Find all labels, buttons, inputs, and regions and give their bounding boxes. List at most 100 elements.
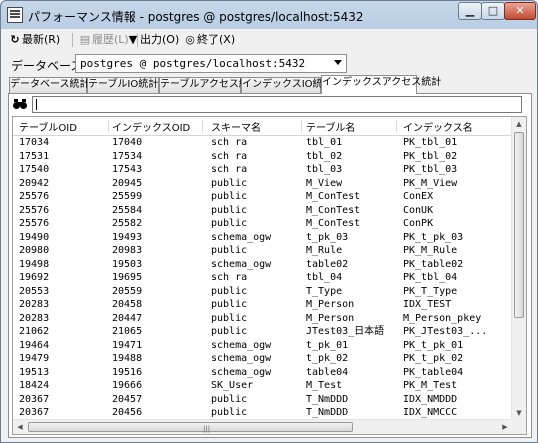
refresh-button[interactable]: ↻ 最新(R): [8, 32, 60, 48]
scroll-left-icon[interactable]: ◀: [13, 420, 27, 434]
table-row[interactable]: 25576 25584 public M_ConTest ConUK: [13, 204, 514, 218]
binoculars-icon: [13, 99, 27, 109]
cell-index-oid: 20983: [112, 245, 143, 256]
table-row[interactable]: 19464 19471 schema_ogw t_pk_01 PK_t_pk_01: [13, 339, 514, 353]
cell-table-name: T_Type: [306, 285, 343, 297]
column-header-table-oid[interactable]: テーブルOID: [19, 119, 77, 134]
table-row[interactable]: 18424 19666 SK_User M_Test PK_M_Test: [13, 379, 514, 393]
search-input[interactable]: [32, 96, 522, 113]
cell-index-name: PK_table02: [403, 258, 464, 270]
database-select-value: postgres @ postgres/localhost:5432: [80, 57, 306, 70]
cell-index-name: PK_table04: [403, 366, 464, 378]
cell-table-oid: 19498: [19, 258, 50, 270]
tab-database-stats[interactable]: データベース統計: [9, 77, 90, 93]
output-button[interactable]: ▼ 出力(O): [126, 32, 179, 48]
cell-table-name: M_Rule: [306, 245, 343, 256]
cell-index-oid: 19666: [112, 380, 143, 391]
table-row[interactable]: 17034 17040 sch ra tbl_01 PK_tbl_01: [13, 136, 514, 150]
tab-index-access-stats[interactable]: インデックスアクセス統計: [321, 75, 441, 94]
cell-index-name: PK_tbl_03: [403, 164, 458, 175]
maximize-button[interactable]: □: [481, 2, 505, 20]
cell-schema-name: public: [211, 312, 248, 324]
table-row[interactable]: 20553 20559 public T_Type PK_T_Type: [13, 285, 514, 299]
vertical-scroll-thumb[interactable]: [514, 132, 524, 318]
table-row[interactable]: 20283 20458 public M_Person IDX_TEST: [13, 298, 514, 312]
table-row[interactable]: 17540 17543 sch ra tbl_03 PK_tbl_03: [13, 163, 514, 177]
tab-index-io-stats[interactable]: インデックスIO統計: [241, 77, 333, 93]
scroll-right-icon[interactable]: ▶: [498, 420, 512, 434]
table-row[interactable]: 19479 19488 schema_ogw t_pk_02 PK_t_pk_02: [13, 352, 514, 366]
cell-index-name: PK_tbl_02: [403, 150, 458, 162]
table-row[interactable]: 19513 19516 schema_ogw table04 PK_table04: [13, 366, 514, 380]
table-row[interactable]: 20367 20456 public T_NmDDD IDX_NMCCC: [13, 406, 514, 420]
cell-index-name: IDX_NMDDD: [403, 393, 458, 405]
cell-index-oid: 17534: [112, 150, 143, 162]
table-row[interactable]: 25576 25599 public M_ConTest ConEX: [13, 190, 514, 204]
index-access-stats-table[interactable]: テーブルOID インデックスOID スキーマ名 テーブル名 インデックス名 17…: [12, 116, 527, 435]
history-label: 履歴(L): [92, 33, 129, 46]
cell-table-name: tbl_03: [306, 164, 343, 175]
scroll-down-icon[interactable]: ▼: [512, 406, 526, 420]
cell-index-oid: 21065: [112, 326, 143, 337]
cell-table-oid: 25576: [19, 218, 50, 229]
column-divider[interactable]: [301, 120, 302, 132]
column-divider[interactable]: [396, 120, 397, 132]
column-header-index-name[interactable]: インデックス名: [403, 119, 473, 134]
close-button[interactable]: ✕: [504, 2, 536, 20]
exit-label: 終了(X): [197, 33, 236, 46]
window-title: パフォーマンス情報 - postgres @ postgres/localhos…: [28, 10, 364, 24]
cell-index-oid: 19516: [112, 366, 143, 378]
table-row[interactable]: 19490 19493 schema_ogw t_pk_03 PK_t_pk_03: [13, 231, 514, 245]
cell-table-name: tbl_02: [306, 150, 343, 162]
tab-table-access-stats[interactable]: テーブルアクセス統計: [159, 77, 259, 93]
cell-index-oid: 17543: [112, 164, 143, 175]
cell-index-oid: 19493: [112, 231, 143, 243]
table-row[interactable]: 21062 21065 public JTest03_日本語 PK_JTest03_..…: [13, 325, 514, 339]
column-divider[interactable]: [108, 120, 109, 132]
cell-index-oid: 19488: [112, 353, 143, 364]
column-header-table-name[interactable]: テーブル名: [306, 119, 355, 134]
cell-schema-name: sch ra: [211, 150, 248, 162]
cell-table-oid: 20283: [19, 312, 50, 324]
cell-table-oid: 18424: [19, 380, 50, 391]
dropdown-arrow-icon: ▼: [128, 33, 138, 46]
column-header-schema-name[interactable]: スキーマ名: [211, 119, 261, 134]
horizontal-scrollbar[interactable]: ◀ ||| ▶: [13, 419, 512, 434]
cell-index-oid: 25584: [112, 204, 143, 216]
database-select[interactable]: postgres @ postgres/localhost:5432: [75, 54, 347, 73]
minimize-button[interactable]: ▁: [458, 2, 482, 20]
horizontal-scroll-thumb[interactable]: |||: [28, 422, 353, 433]
cell-schema-name: sch ra: [211, 164, 248, 175]
cell-table-name: M_ConTest: [306, 191, 361, 202]
tab-table-io-stats[interactable]: テーブルIO統計: [87, 77, 159, 93]
cell-table-name: T_NmDDD: [306, 393, 349, 405]
table-row[interactable]: 25576 25582 public M_ConTest ConPK: [13, 217, 514, 231]
table-row[interactable]: 19498 19503 schema_ogw table02 PK_table02: [13, 258, 514, 272]
cell-table-name: M_ConTest: [306, 204, 361, 216]
exit-icon: ◎: [185, 33, 195, 46]
scroll-up-icon[interactable]: ▲: [512, 117, 526, 131]
vertical-scrollbar[interactable]: ▲ ▼: [511, 117, 526, 420]
title-bar[interactable]: パフォーマンス情報 - postgres @ postgres/localhos…: [1, 1, 537, 29]
column-header-index-oid[interactable]: インデックスOID: [112, 119, 190, 134]
cell-schema-name: public: [211, 407, 248, 418]
table-row[interactable]: 20367 20457 public T_NmDDD IDX_NMDDD: [13, 393, 514, 407]
cell-index-oid: 20447: [112, 312, 143, 324]
cell-table-name: M_Test: [306, 380, 343, 391]
cell-table-oid: 20283: [19, 299, 50, 310]
history-button[interactable]: ▤ 履歴(L): [78, 32, 129, 48]
column-divider[interactable]: [202, 120, 203, 132]
cell-table-name: M_ConTest: [306, 218, 361, 229]
table-row[interactable]: 20980 20983 public M_Rule PK_M_Rule: [13, 244, 514, 258]
table-row[interactable]: 20283 20447 public M_Person M_Person_pkey: [13, 312, 514, 326]
cell-schema-name: public: [211, 285, 248, 297]
cell-table-name: T_NmDDD: [306, 407, 349, 418]
cell-table-name: tbl_04: [306, 272, 343, 283]
cell-table-oid: 25576: [19, 204, 50, 216]
cell-index-name: PK_M_Test: [403, 380, 458, 391]
exit-button[interactable]: ◎ 終了(X): [183, 32, 235, 48]
cell-table-name: table04: [306, 366, 349, 378]
table-row[interactable]: 17531 17534 sch ra tbl_02 PK_tbl_02: [13, 150, 514, 164]
table-row[interactable]: 19692 19695 sch ra tbl_04 PK_tbl_04: [13, 271, 514, 285]
table-row[interactable]: 20942 20945 public M_View PK_M_View: [13, 177, 514, 191]
